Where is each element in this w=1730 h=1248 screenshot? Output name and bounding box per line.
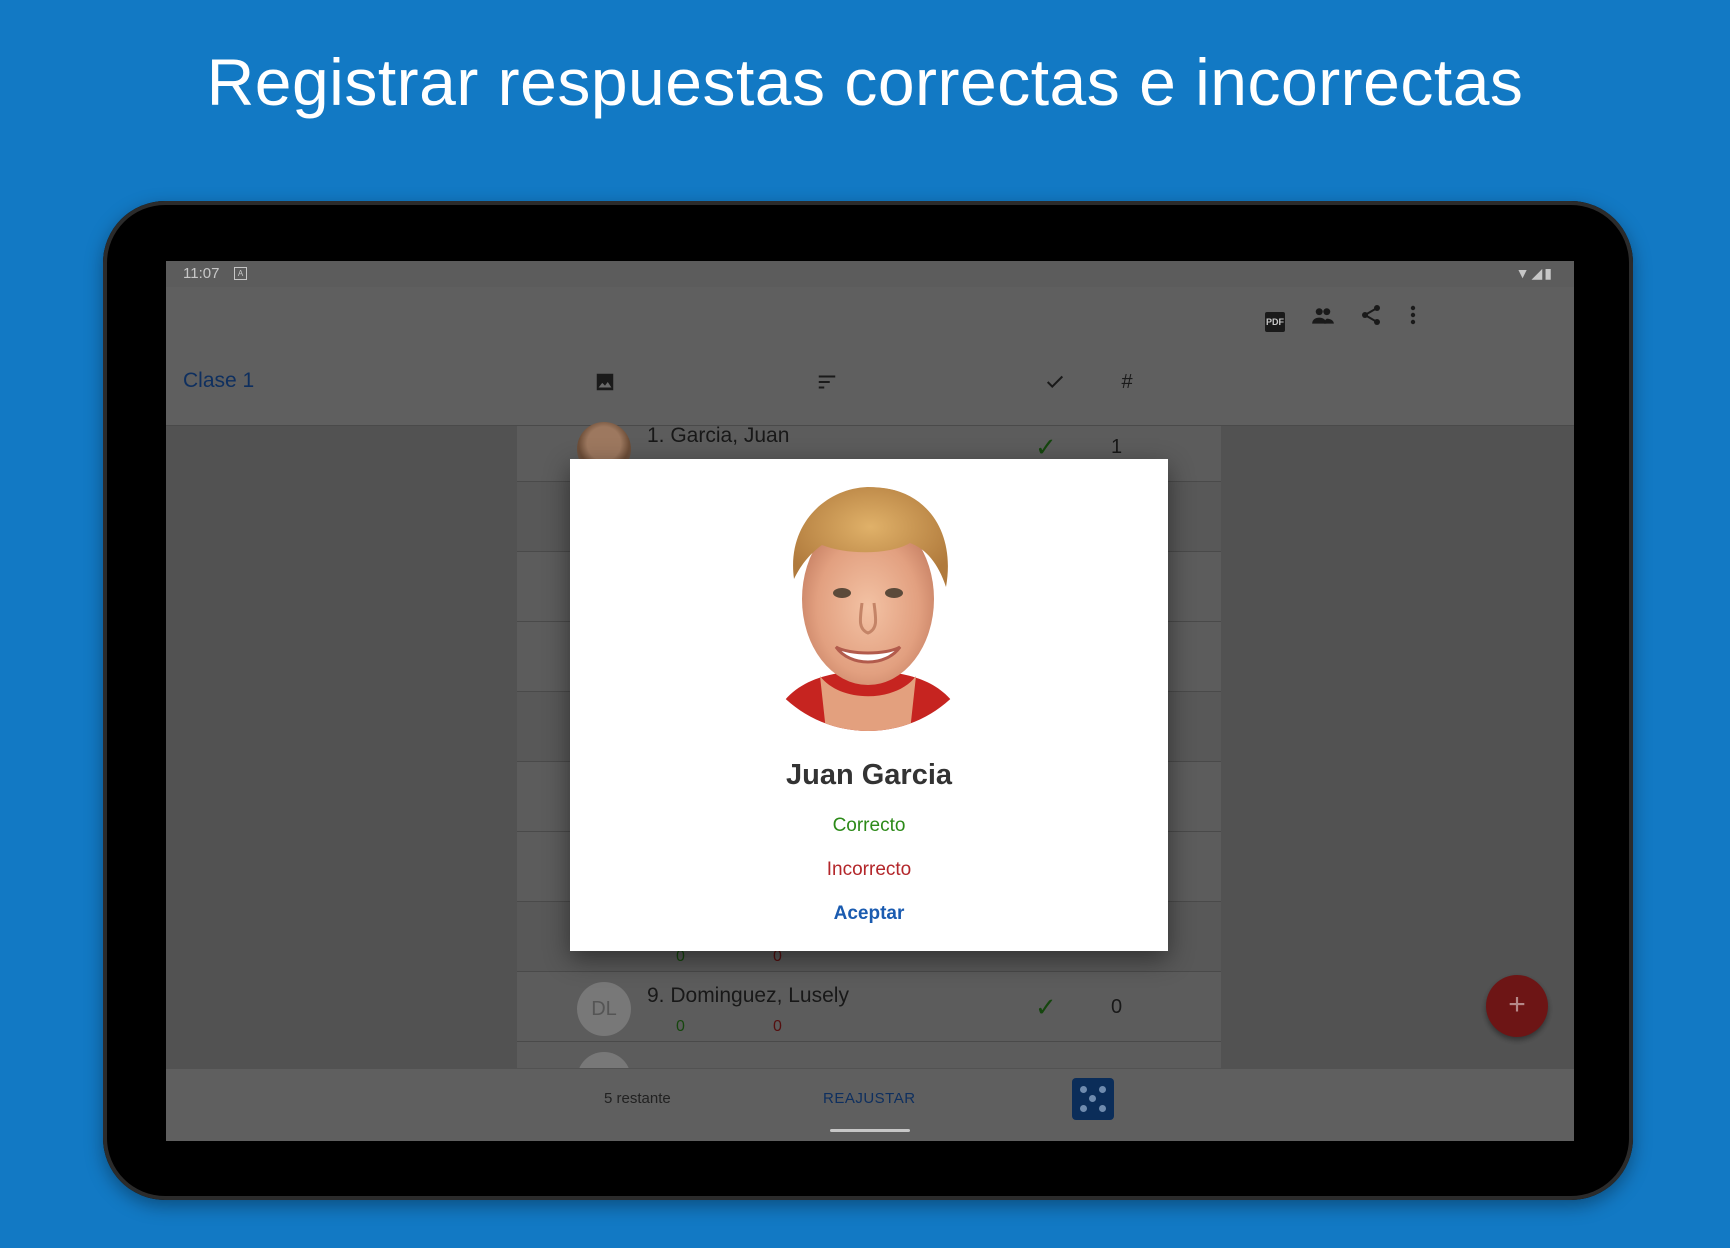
app-screen: 11:07 A ▼◢▮ PDF Clase 1 # 1. Garcia, Jua…: [166, 261, 1574, 1141]
accept-button[interactable]: Aceptar: [570, 903, 1168, 925]
student-photo: [770, 487, 966, 731]
student-name-title: Juan Garcia: [785, 759, 953, 791]
correct-button[interactable]: Correcto: [570, 815, 1168, 837]
student-dialog: Juan Garcia Correcto Incorrecto Aceptar: [570, 459, 1168, 951]
incorrect-button[interactable]: Incorrecto: [570, 859, 1168, 881]
headline: Registrar respuestas correctas e incorre…: [206, 45, 1524, 119]
